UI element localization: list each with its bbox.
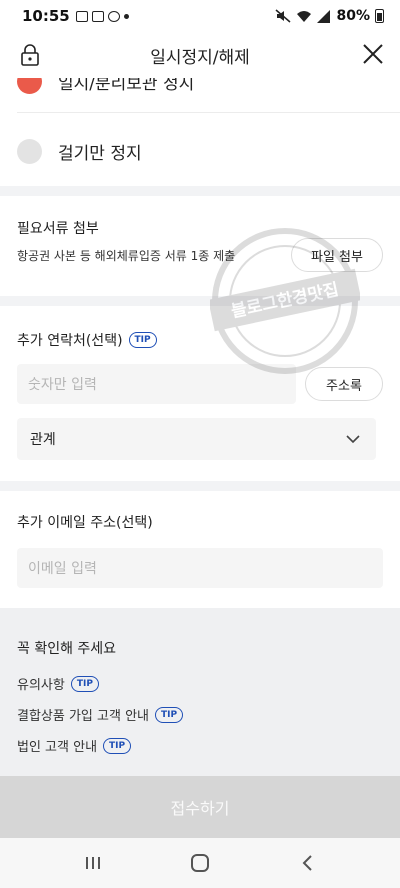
- mute-icon: [275, 9, 291, 23]
- dot-icon: [123, 13, 129, 19]
- wifi-icon: [297, 10, 312, 22]
- home-icon: [190, 854, 209, 872]
- radio-label: 걸기만 정지: [58, 143, 142, 164]
- status-left: 10:55: [22, 7, 129, 25]
- recent-apps-icon: [86, 857, 101, 869]
- tip-badge[interactable]: TIP: [70, 675, 99, 692]
- section-divider: [0, 296, 400, 306]
- notice-item-corporate[interactable]: 법인 고객 안내 TIP: [17, 736, 132, 755]
- documents-subtitle: 항공권 사본 등 해외체류입증 서류 1종 제출: [17, 249, 236, 263]
- recent-apps-button[interactable]: [78, 848, 108, 878]
- page-title: 일시정지/해제: [150, 47, 250, 68]
- battery-icon: [375, 9, 384, 23]
- chevron-down-icon: [346, 435, 360, 444]
- relation-label: 관계: [30, 432, 56, 448]
- radio-option-call-only[interactable]: 걸기만 정지: [0, 126, 400, 176]
- contact-title: 추가 연락처(선택) TIP: [17, 330, 157, 350]
- status-right: 80%: [275, 8, 384, 24]
- documents-title: 필요서류 첨부: [17, 218, 99, 238]
- notice-title: 꼭 확인해 주세요: [17, 641, 117, 657]
- submit-button[interactable]: 접수하기: [0, 776, 400, 838]
- email-title: 추가 이메일 주소(선택): [17, 512, 153, 532]
- status-bar: 10:55 80%: [0, 0, 400, 32]
- battery-percent: 80%: [336, 8, 370, 24]
- radio-unselected-icon: [17, 138, 42, 164]
- back-icon: [302, 855, 312, 871]
- attach-file-button[interactable]: 파일 첨부: [291, 238, 383, 272]
- section-divider: [0, 186, 400, 196]
- email-title-text: 추가 이메일 주소(선택): [17, 515, 153, 531]
- notice-item-caution[interactable]: 유의사항 TIP: [17, 674, 99, 693]
- system-nav-bar: [0, 838, 400, 888]
- image-icon: [75, 10, 88, 22]
- signal-icon: [317, 9, 331, 23]
- tip-badge[interactable]: TIP: [155, 706, 184, 723]
- lock-icon[interactable]: [20, 44, 40, 66]
- gallery-icon: [91, 10, 104, 22]
- notice-section: 꼭 확인해 주세요 유의사항 TIP 결합상품 가입 고객 안내 TIP 법인 …: [0, 608, 400, 776]
- tip-badge[interactable]: TIP: [128, 332, 157, 348]
- notice-item-bundle[interactable]: 결합상품 가입 고객 안내 TIP: [17, 705, 184, 724]
- app-header: 일시정지/해제: [0, 32, 400, 78]
- notice-item-label: 결합상품 가입 고객 안내: [17, 709, 149, 724]
- phone-input[interactable]: 숫자만 입력: [17, 364, 296, 404]
- notice-item-label: 유의사항: [17, 678, 65, 693]
- section-divider: [0, 481, 400, 491]
- home-button[interactable]: [185, 848, 215, 878]
- contact-title-text: 추가 연락처(선택): [17, 333, 123, 349]
- email-input[interactable]: 이메일 입력: [17, 548, 383, 588]
- status-time: 10:55: [22, 7, 70, 25]
- relation-select[interactable]: 관계: [17, 418, 376, 460]
- address-book-button[interactable]: 주소록: [305, 367, 383, 401]
- close-icon[interactable]: [361, 42, 385, 66]
- notice-item-label: 법인 고객 안내: [17, 740, 98, 755]
- tip-badge[interactable]: TIP: [103, 737, 132, 754]
- documents-title-text: 필요서류 첨부: [17, 221, 99, 237]
- back-button[interactable]: [292, 848, 322, 878]
- chat-icon: [107, 10, 120, 22]
- notification-icons: [75, 10, 129, 22]
- divider: [17, 112, 400, 113]
